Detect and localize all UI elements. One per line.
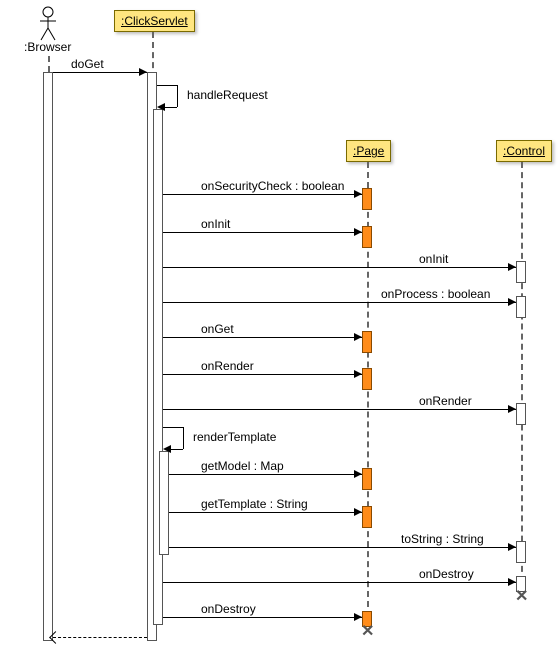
activation-control-onprocess — [516, 296, 526, 318]
message-label: toString : String — [400, 532, 485, 546]
actor-browser — [36, 6, 60, 42]
message-label: doGet — [70, 57, 105, 71]
activation-servlet-rendertemplate — [159, 451, 169, 555]
activation-page-onget — [362, 331, 372, 353]
message-label: onRender — [200, 359, 255, 373]
message-label: getTemplate : String — [200, 497, 309, 511]
message-label: onDestroy — [200, 602, 257, 616]
activation-page-getmodel — [362, 468, 372, 490]
message-label: getModel : Map — [200, 459, 285, 473]
message-label: handleRequest — [187, 88, 268, 102]
message-label: onSecurityCheck : boolean — [200, 179, 345, 193]
message-label: renderTemplate — [193, 430, 276, 444]
activation-page-oninit — [362, 226, 372, 248]
destroy-page-icon: ✕ — [361, 621, 374, 641]
message-label: onRender — [418, 394, 473, 408]
message-label: onInit — [418, 252, 449, 266]
message-label: onGet — [200, 322, 235, 336]
activation-control-oninit — [516, 261, 526, 283]
activation-browser — [43, 72, 53, 641]
lifeline-box-control: :Control — [496, 140, 552, 162]
browser-label: :Browser — [24, 40, 71, 54]
lifeline-control — [521, 162, 523, 582]
message-label: onDestroy — [418, 567, 475, 581]
activation-control-tostring — [516, 541, 526, 563]
destroy-control-icon: ✕ — [515, 586, 528, 606]
lifeline-box-page: :Page — [346, 140, 391, 162]
activation-page-onrender — [362, 368, 372, 390]
activation-page-onsecuritycheck — [362, 188, 372, 210]
activation-control-onrender — [516, 403, 526, 425]
message-label: onProcess : boolean — [380, 287, 491, 301]
lifeline-box-servlet: :ClickServlet — [114, 10, 195, 32]
message-label: onInit — [200, 217, 231, 231]
activation-page-gettemplate — [362, 506, 372, 528]
